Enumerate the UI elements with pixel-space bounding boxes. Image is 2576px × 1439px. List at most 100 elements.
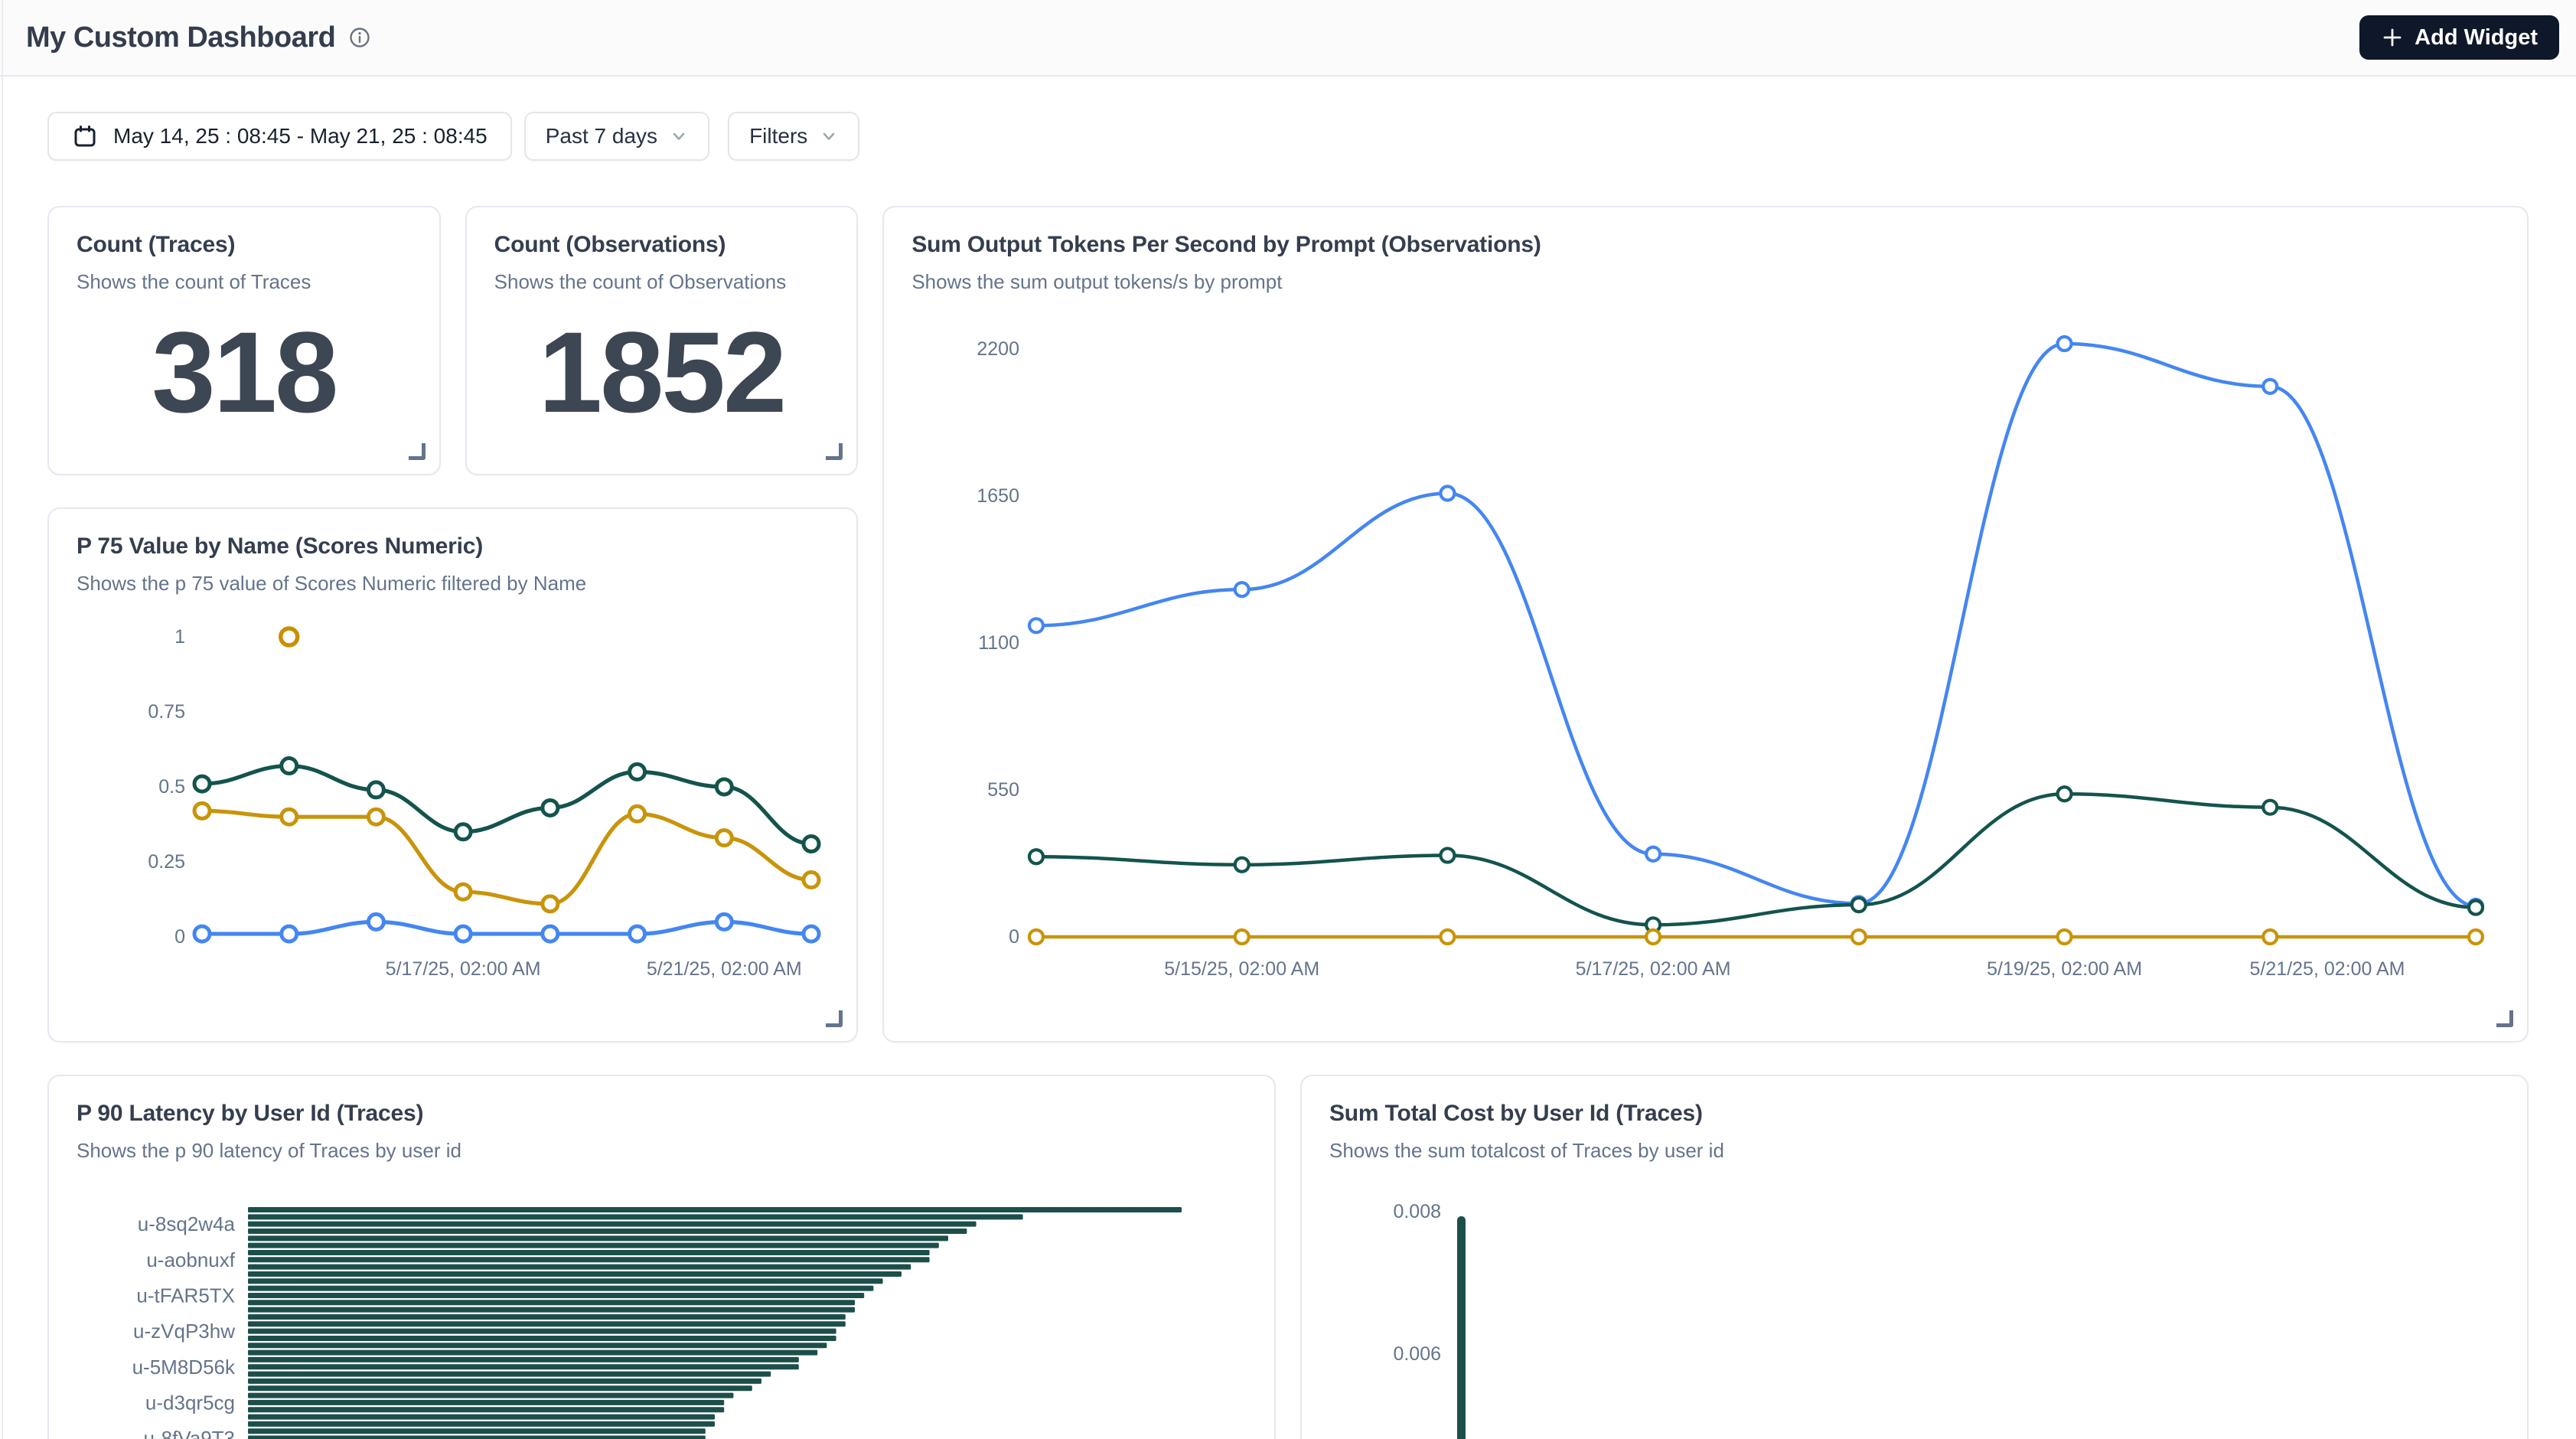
filters-dropdown[interactable]: Filters [728, 112, 859, 161]
p90-bar [248, 1385, 752, 1391]
chevron-down-icon [820, 127, 838, 145]
y-axis-user-label: u-d3qr5cg [145, 1391, 235, 1414]
info-icon[interactable] [349, 27, 370, 48]
widget-subtitle: Shows the count of Traces [77, 270, 412, 294]
series-blue-marker [716, 914, 732, 929]
filters-label: Filters [749, 124, 807, 148]
series-teal-marker [2469, 901, 2483, 915]
p75-line-chart[interactable]: 10.750.50.2505/17/25, 02:00 AM5/21/25, 0… [77, 603, 829, 1001]
series-teal-marker [543, 800, 558, 815]
series-blue-marker [1646, 847, 1660, 861]
series-teal-marker [716, 779, 732, 795]
series-teal-marker [2264, 801, 2278, 814]
y-axis-tick-label: 0.008 [1393, 1201, 1441, 1222]
series-teal-line [1036, 794, 2476, 925]
p90-bar [248, 1235, 948, 1241]
series-gold-marker [1852, 930, 1866, 944]
resize-handle-icon[interactable] [826, 1010, 843, 1027]
series-gold-marker [1235, 930, 1249, 944]
y-axis-user-label: u-8sq2w4a [138, 1212, 236, 1235]
series-gold-marker [2469, 930, 2483, 944]
filter-bar: May 14, 25 : 08:45 - May 21, 25 : 08:45 … [47, 112, 2529, 161]
series-teal-marker [2058, 787, 2072, 801]
p90-bar [248, 1428, 706, 1434]
x-axis-tick-label: 5/21/25, 02:00 AM [647, 958, 802, 980]
p90-bar [248, 1243, 939, 1248]
plus-icon [2381, 26, 2404, 49]
p90-bar [248, 1314, 846, 1320]
series-gold-marker [1646, 930, 1660, 944]
series-blue-marker [1029, 618, 1043, 632]
series-gold-marker [2264, 930, 2278, 944]
chevron-down-icon [670, 127, 688, 145]
widget-subtitle: Shows the p 75 value of Scores Numeric f… [77, 572, 829, 596]
date-range-picker[interactable]: May 14, 25 : 08:45 - May 21, 25 : 08:45 [47, 112, 512, 161]
x-axis-tick-label: 5/21/25, 02:00 AM [2250, 958, 2405, 980]
p90-bar [248, 1421, 715, 1427]
series-gold-marker [2058, 930, 2072, 944]
resize-handle-icon[interactable] [409, 443, 426, 460]
p90-bar [248, 1307, 855, 1313]
p90-bar [248, 1336, 836, 1341]
series-blue-marker [630, 926, 645, 941]
series-teal-marker [282, 759, 297, 774]
metric-value: 1852 [539, 315, 785, 429]
series-gold-marker [1029, 930, 1043, 944]
widget-count-traces: Count (Traces) Shows the count of Traces… [47, 206, 441, 475]
tokens-line-chart[interactable]: 22001650110055005/15/25, 02:00 AM5/17/25… [911, 317, 2499, 990]
widget-p75-value: P 75 Value by Name (Scores Numeric) Show… [47, 507, 858, 1043]
p90-bar [248, 1278, 883, 1284]
widget-subtitle: Shows the count of Observations [494, 270, 830, 294]
x-axis-tick-label: 5/15/25, 02:00 AM [1165, 958, 1320, 980]
y-axis-tick-label: 0 [1009, 926, 1019, 948]
p90-bar [248, 1393, 733, 1398]
date-preset-dropdown[interactable]: Past 7 days [524, 112, 709, 161]
y-axis-tick-label: 0.75 [148, 701, 185, 723]
p90-bar [248, 1329, 836, 1334]
dashboard-grid: Count (Traces) Shows the count of Traces… [47, 206, 2529, 1439]
widget-title: Sum Output Tokens Per Second by Prompt (… [911, 232, 2499, 258]
series-gold-marker [716, 830, 732, 846]
y-axis-tick-label: 1100 [979, 632, 1020, 654]
series-blue-line [1036, 344, 2476, 906]
y-axis-user-label: u-5M8D56k [132, 1356, 236, 1379]
y-axis-tick-label: 550 [988, 779, 1020, 801]
metric-value: 318 [152, 315, 336, 429]
series-teal-marker [368, 782, 383, 798]
widget-p90-latency: P 90 Latency by User Id (Traces) Shows t… [47, 1075, 1276, 1439]
series-gold-marker [804, 873, 819, 888]
widget-title: Count (Observations) [494, 232, 830, 258]
single-amber-point [281, 628, 298, 645]
y-axis-tick-label: 0.006 [1393, 1343, 1441, 1365]
y-axis-tick-label: 2200 [977, 338, 1020, 360]
p90-bar [248, 1264, 911, 1270]
add-widget-button[interactable]: Add Widget [2359, 15, 2559, 60]
x-axis-tick-label: 5/17/25, 02:00 AM [1576, 958, 1731, 980]
cost-bar-chart[interactable]: 0.008 0.006 [1329, 1196, 2499, 1439]
page-title: My Custom Dashboard [26, 21, 335, 54]
p90-bar [248, 1271, 902, 1277]
series-gold-marker [1441, 930, 1455, 944]
add-widget-label: Add Widget [2415, 25, 2538, 51]
series-teal-marker [1029, 850, 1043, 863]
series-blue-marker [2264, 380, 2278, 393]
p90-bar [248, 1436, 706, 1439]
series-gold-marker [543, 896, 558, 912]
p90-bar [248, 1207, 1182, 1212]
widget-title: P 90 Latency by User Id (Traces) [77, 1101, 1247, 1127]
widget-title: P 75 Value by Name (Scores Numeric) [77, 534, 829, 560]
resize-handle-icon[interactable] [826, 443, 843, 460]
p90-bar [248, 1372, 771, 1377]
y-axis-user-label: u-tFAR5TX [136, 1284, 235, 1307]
y-axis-tick-label: 0.25 [148, 851, 185, 873]
p90-bar [248, 1400, 724, 1405]
date-preset-value: Past 7 days [546, 124, 657, 148]
p90-bar [248, 1379, 761, 1384]
series-blue-marker [194, 926, 210, 941]
y-axis-tick-label: 0.5 [158, 776, 185, 798]
p90-bar-chart[interactable]: u-8sq2w4au-aobnuxfu-tFAR5TXu-zVqP3hwu-5M… [77, 1196, 1247, 1439]
widget-title: Count (Traces) [77, 232, 412, 258]
p90-bar [248, 1357, 799, 1362]
widget-subtitle: Shows the sum totalcost of Traces by use… [1329, 1139, 2499, 1163]
resize-handle-icon[interactable] [2496, 1010, 2513, 1027]
